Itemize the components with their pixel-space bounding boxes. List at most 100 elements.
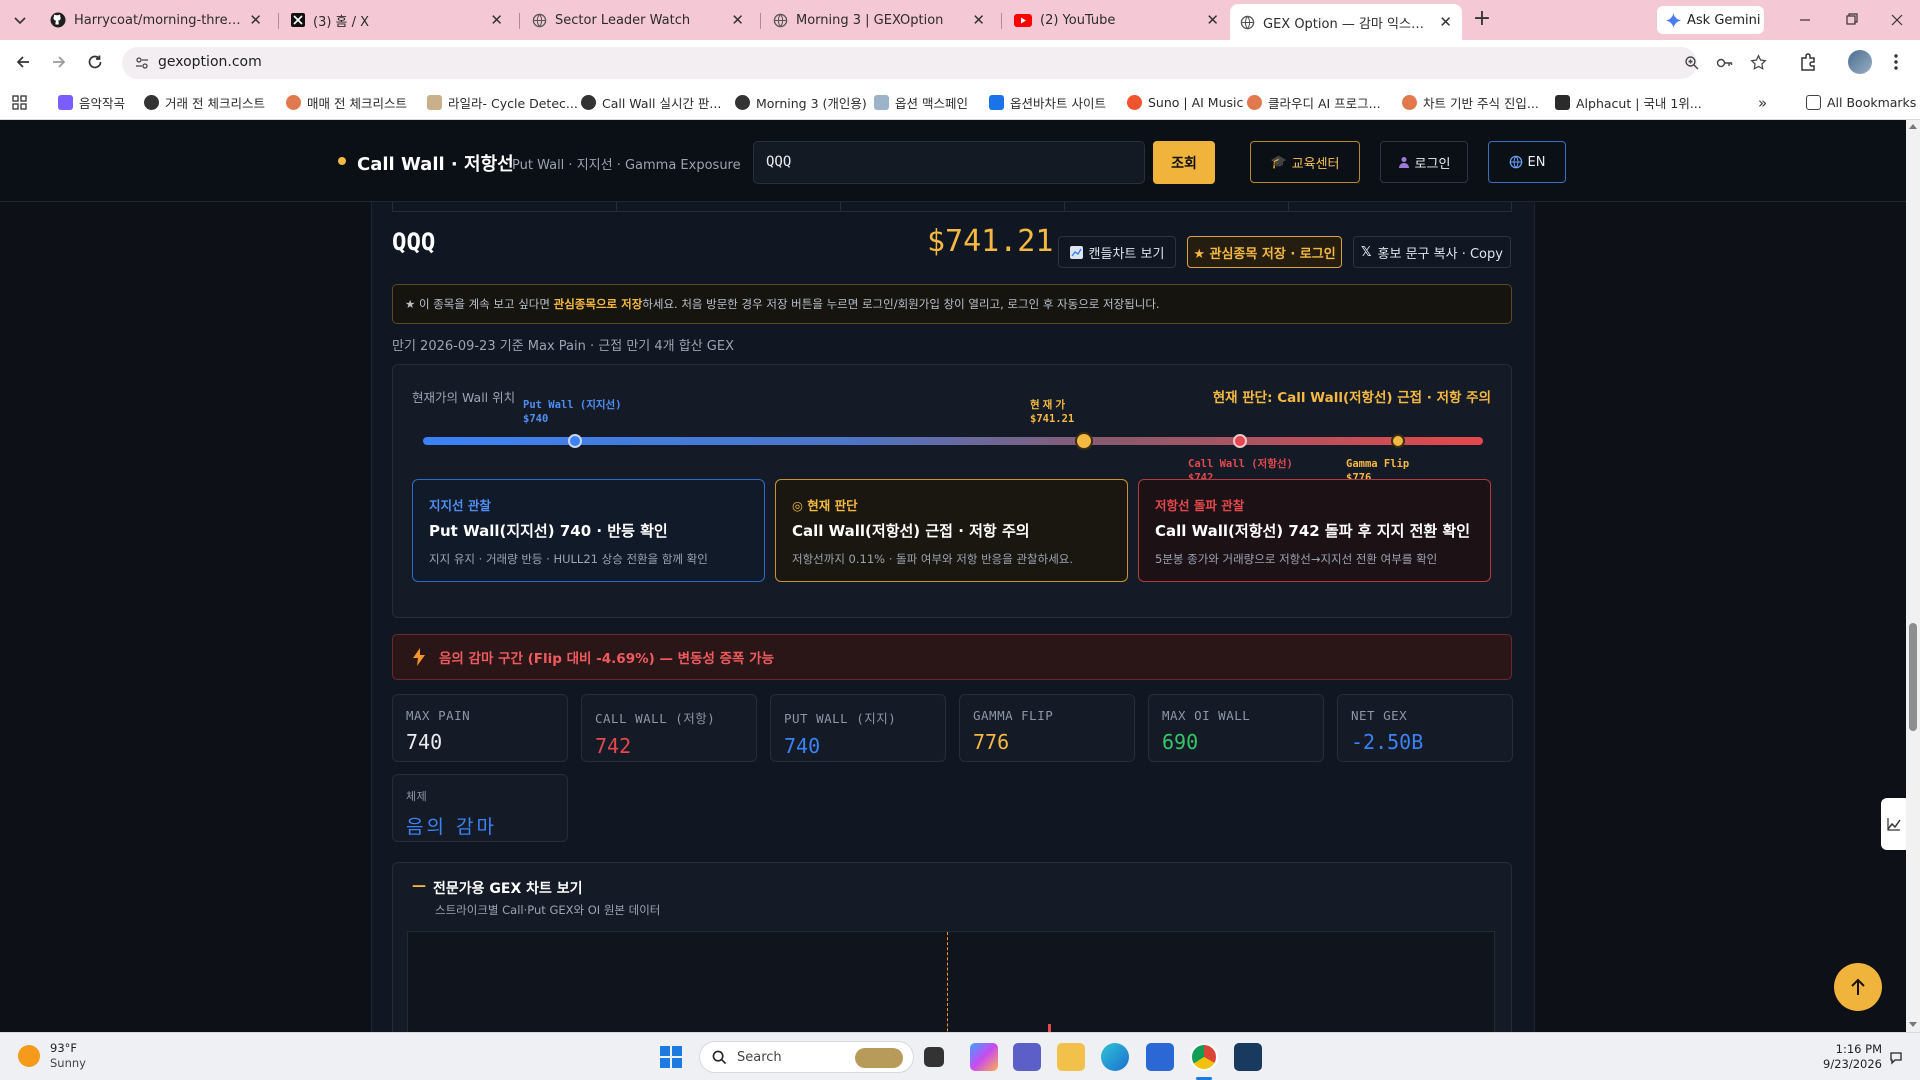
language-button[interactable]: EN (1488, 141, 1566, 183)
search-input[interactable]: QQQ (753, 141, 1145, 184)
tab-title: (3) 홈 / X (313, 14, 370, 30)
tab-github[interactable]: Harrycoat/morning-three-private ✕ (40, 5, 272, 35)
stat-value: 776 (973, 730, 1010, 754)
extensions-icon[interactable] (1798, 52, 1818, 72)
stat-label: MAX OI WALL (1162, 708, 1251, 723)
stat-label: CALL WALL (저항) (595, 711, 716, 726)
windows-start-icon[interactable] (660, 1046, 682, 1068)
search-button[interactable]: 조회 (1153, 141, 1215, 184)
bookmarks-bar: 음악작곡 거래 전 체크리스트 매매 전 체크리스트 라일라- Cycle De… (0, 85, 1920, 120)
wall-track (423, 437, 1483, 445)
close-icon[interactable]: ✕ (249, 11, 262, 29)
tab-search-icon[interactable] (12, 12, 28, 28)
copy-promo-button[interactable]: 𝕏 홍보 문구 복사 · Copy (1353, 236, 1511, 268)
candle-chart-button[interactable]: 캔들차트 보기 (1058, 236, 1176, 268)
forward-icon[interactable] (50, 53, 68, 71)
pro-chart-section: — 전문가용 GEX 차트 보기 스트라이크별 Call·Put GEX와 OI… (392, 862, 1512, 1032)
tab-sector-leader[interactable]: Sector Leader Watch ✕ (522, 5, 754, 35)
tab-morning3[interactable]: Morning 3 | GEXOption ✕ (763, 5, 995, 35)
close-window-button[interactable] (1888, 12, 1906, 28)
store-icon[interactable] (1146, 1043, 1174, 1071)
call-wall-marker[interactable] (1233, 434, 1248, 448)
bookmark-item[interactable]: 음악작곡 (58, 85, 125, 120)
bookmark-item[interactable]: 차트 기반 주식 진입... (1402, 85, 1539, 120)
close-icon[interactable]: ✕ (731, 11, 744, 29)
gex-chart-area (407, 931, 1495, 1032)
star-icon[interactable] (1750, 54, 1767, 71)
task-view-icon[interactable] (924, 1047, 944, 1067)
github-icon (50, 12, 66, 28)
file-explorer-icon[interactable] (1057, 1043, 1085, 1071)
address-bar-row: gexoption.com (0, 40, 1920, 85)
all-bookmarks[interactable]: All Bookmarks (1806, 85, 1916, 120)
copilot-icon[interactable] (970, 1043, 998, 1071)
bookmark-item[interactable]: 라일라- Cycle Detec... (427, 85, 578, 120)
reload-icon[interactable] (86, 53, 104, 71)
weather-widget[interactable]: 93°F Sunny (18, 1041, 86, 1071)
bookmark-item[interactable]: Suno | AI Music (1127, 85, 1243, 120)
collapse-toggle[interactable]: — (412, 878, 426, 894)
tab-title: GEX Option — 감마 익스포저 분석 (1263, 16, 1434, 32)
globe-icon (532, 13, 547, 27)
minimize-button[interactable] (1796, 12, 1814, 28)
search-value: QQQ (766, 154, 792, 170)
bookmark-item[interactable]: Morning 3 (개인용) (735, 85, 867, 120)
sun-icon (18, 1045, 40, 1067)
brand-title[interactable]: Call Wall · 저항선 (357, 150, 514, 176)
notification-icon[interactable] (1888, 1049, 1904, 1065)
close-icon[interactable]: ✕ (1439, 13, 1452, 31)
close-icon[interactable]: ✕ (490, 11, 503, 29)
bookmark-item[interactable]: 클라우디 AI 프로그... (1247, 85, 1381, 120)
gamma-flip-marker[interactable] (1391, 434, 1406, 448)
login-button[interactable]: 로그인 (1380, 141, 1468, 183)
put-wall-marker[interactable] (567, 434, 582, 448)
pro-chart-title[interactable]: 전문가용 GEX 차트 보기 (433, 878, 583, 898)
tab-youtube[interactable]: (2) YouTube ✕ (1004, 5, 1229, 35)
url-text[interactable]: gexoption.com (158, 54, 262, 70)
bookmark-item[interactable]: 옵션바차트 사이트 (989, 85, 1106, 120)
app-icon[interactable] (1234, 1043, 1262, 1071)
taskbar-search[interactable]: Search (699, 1041, 914, 1073)
bookmark-item[interactable]: 거래 전 체크리스트 (144, 85, 265, 120)
url-box[interactable]: gexoption.com (122, 47, 1767, 79)
bookmark-item[interactable]: Call Wall 실시간 판... (581, 85, 721, 120)
close-icon[interactable]: ✕ (972, 11, 985, 29)
current-price-marker[interactable] (1075, 432, 1094, 450)
ask-gemini-button[interactable]: Ask Gemini (1657, 6, 1764, 34)
current-price-line (947, 932, 948, 1032)
claude-icon (1402, 95, 1417, 110)
apps-grid-icon[interactable] (12, 95, 27, 110)
bookmark-item[interactable]: 매매 전 체크리스트 (286, 85, 407, 120)
teams-icon[interactable] (1013, 1043, 1041, 1071)
watchlist-save-button[interactable]: ★ 관심종목 저장 · 로그인 (1187, 236, 1342, 268)
scroll-to-top-button[interactable] (1834, 963, 1882, 1011)
password-key-icon[interactable] (1716, 55, 1734, 71)
bookmark-item[interactable]: Alphacut | 국내 1위... (1555, 85, 1702, 120)
stat-card: NET GEX -2.50B (1337, 694, 1513, 762)
new-tab-button[interactable]: + (1470, 8, 1494, 32)
brand-tagline: Put Wall · 지지선 · Gamma Exposure (512, 158, 741, 173)
close-icon[interactable]: ✕ (1206, 11, 1219, 29)
tab-x[interactable]: (3) 홈 / X ✕ (281, 5, 513, 35)
bookmark-item[interactable]: 옵션 맥스페인 (874, 85, 968, 120)
edu-center-button[interactable]: 🎓 교육센터 (1250, 141, 1360, 183)
regime-value: 음의 감마 (406, 816, 497, 838)
page-scrollbar[interactable] (1906, 120, 1920, 1032)
chrome-icon[interactable] (1190, 1043, 1218, 1071)
back-icon[interactable] (14, 53, 32, 71)
site-info-icon[interactable] (134, 55, 150, 71)
zoom-icon[interactable] (1684, 55, 1700, 71)
restore-button[interactable] (1842, 12, 1860, 28)
browser-menu-icon[interactable] (1893, 52, 1899, 72)
tab-gexoption-active[interactable]: GEX Option — 감마 익스포저 분석 ✕ (1230, 4, 1462, 40)
page-viewport: Call Wall · 저항선 Put Wall · 지지선 · Gamma E… (0, 120, 1906, 1032)
more-bookmarks-icon[interactable]: » (1758, 94, 1767, 112)
edge-icon[interactable] (1101, 1043, 1129, 1071)
brand-dot (338, 157, 346, 165)
profile-avatar[interactable] (1848, 50, 1872, 74)
alphacut-icon (1555, 95, 1570, 110)
clock[interactable]: 1:16 PM 9/23/2026 (1804, 1042, 1882, 1072)
scrollbar-thumb[interactable] (1909, 623, 1917, 731)
gemini-icon (1666, 12, 1681, 28)
side-widget-tab[interactable] (1881, 798, 1906, 850)
